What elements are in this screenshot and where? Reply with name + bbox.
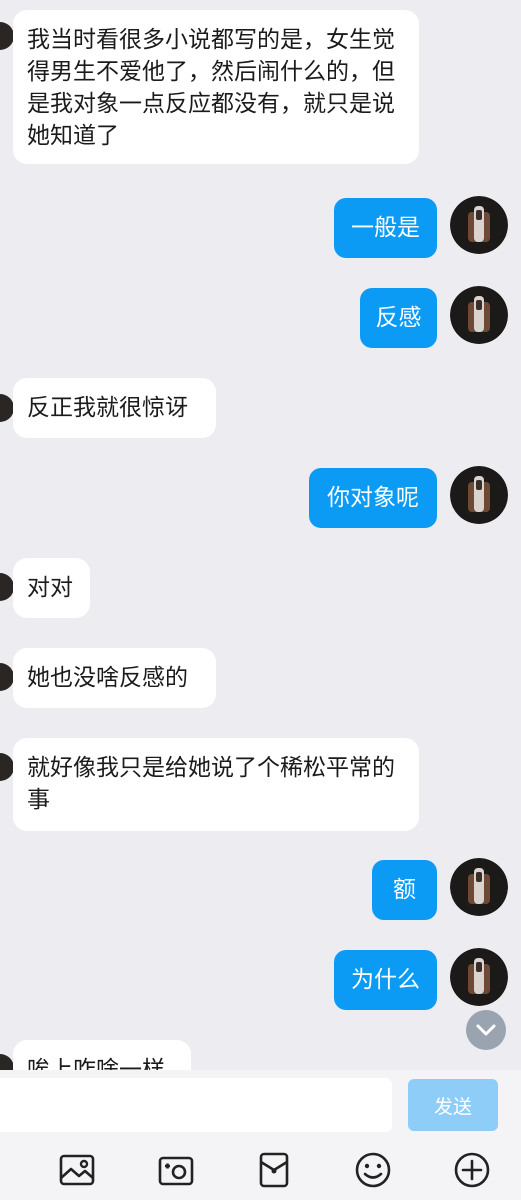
emoji-icon — [355, 1152, 391, 1188]
more-button[interactable] — [452, 1150, 492, 1190]
incoming-message[interactable]: 我当时看很多小说都写的是，女生觉得男生不爱他了，然后闹什么的，但是我对象一点反应… — [13, 10, 419, 164]
incoming-message[interactable]: 唉上咋啥一样 — [13, 1040, 191, 1070]
emoji-button[interactable] — [353, 1150, 393, 1190]
outgoing-message[interactable]: 额 — [372, 860, 437, 920]
outgoing-message[interactable]: 为什么 — [334, 950, 437, 1010]
message-text: 我当时看很多小说都写的是，女生觉得男生不爱他了，然后闹什么的，但是我对象一点反应… — [27, 27, 395, 149]
image-button[interactable] — [57, 1150, 97, 1190]
message-text: 反感 — [375, 305, 422, 331]
message-input[interactable] — [0, 1078, 392, 1132]
send-button[interactable]: 发送 — [408, 1079, 498, 1131]
contact-avatar[interactable] — [0, 1054, 14, 1070]
camera-icon — [158, 1156, 194, 1186]
user-avatar[interactable] — [450, 196, 508, 254]
contact-avatar[interactable] — [0, 394, 14, 422]
chat-message-list[interactable]: 我当时看很多小说都写的是，女生觉得男生不爱他了，然后闹什么的，但是我对象一点反应… — [0, 0, 521, 1070]
contact-avatar[interactable] — [0, 22, 14, 50]
incoming-message[interactable]: 反正我就很惊讶 — [13, 378, 216, 438]
contact-avatar[interactable] — [0, 753, 14, 781]
message-text: 对对 — [27, 575, 73, 601]
message-text: 她也没啥反感的 — [27, 665, 188, 691]
user-avatar-image — [450, 948, 508, 1006]
red-packet-icon — [259, 1152, 289, 1188]
user-avatar[interactable] — [450, 948, 508, 1006]
incoming-message[interactable]: 对对 — [13, 558, 90, 618]
image-icon — [59, 1154, 95, 1186]
user-avatar-image — [450, 286, 508, 344]
chevron-down-icon — [476, 1024, 496, 1036]
user-avatar[interactable] — [450, 858, 508, 916]
incoming-message[interactable]: 就好像我只是给她说了个稀松平常的事 — [13, 738, 419, 831]
message-text: 额 — [393, 877, 416, 903]
red-packet-button[interactable] — [254, 1150, 294, 1190]
message-text: 一般是 — [351, 215, 420, 241]
outgoing-message[interactable]: 你对象呢 — [309, 468, 437, 528]
message-text: 为什么 — [351, 967, 420, 993]
user-avatar[interactable] — [450, 466, 508, 524]
message-text: 唉上咋啥一样 — [27, 1057, 165, 1070]
user-avatar-image — [450, 858, 508, 916]
plus-icon — [454, 1152, 490, 1188]
outgoing-message[interactable]: 反感 — [360, 288, 437, 348]
incoming-message[interactable]: 她也没啥反感的 — [13, 648, 216, 708]
message-text: 就好像我只是给她说了个稀松平常的事 — [27, 755, 395, 813]
contact-avatar[interactable] — [0, 663, 14, 691]
scroll-to-bottom-button[interactable] — [466, 1010, 506, 1050]
user-avatar-image — [450, 466, 508, 524]
outgoing-message[interactable]: 一般是 — [334, 198, 437, 258]
camera-button[interactable] — [156, 1150, 196, 1190]
user-avatar-image — [450, 196, 508, 254]
message-text: 你对象呢 — [327, 485, 419, 511]
contact-avatar[interactable] — [0, 573, 14, 601]
user-avatar[interactable] — [450, 286, 508, 344]
message-text: 反正我就很惊讶 — [27, 395, 188, 421]
message-composer: 发送 — [0, 1070, 521, 1200]
